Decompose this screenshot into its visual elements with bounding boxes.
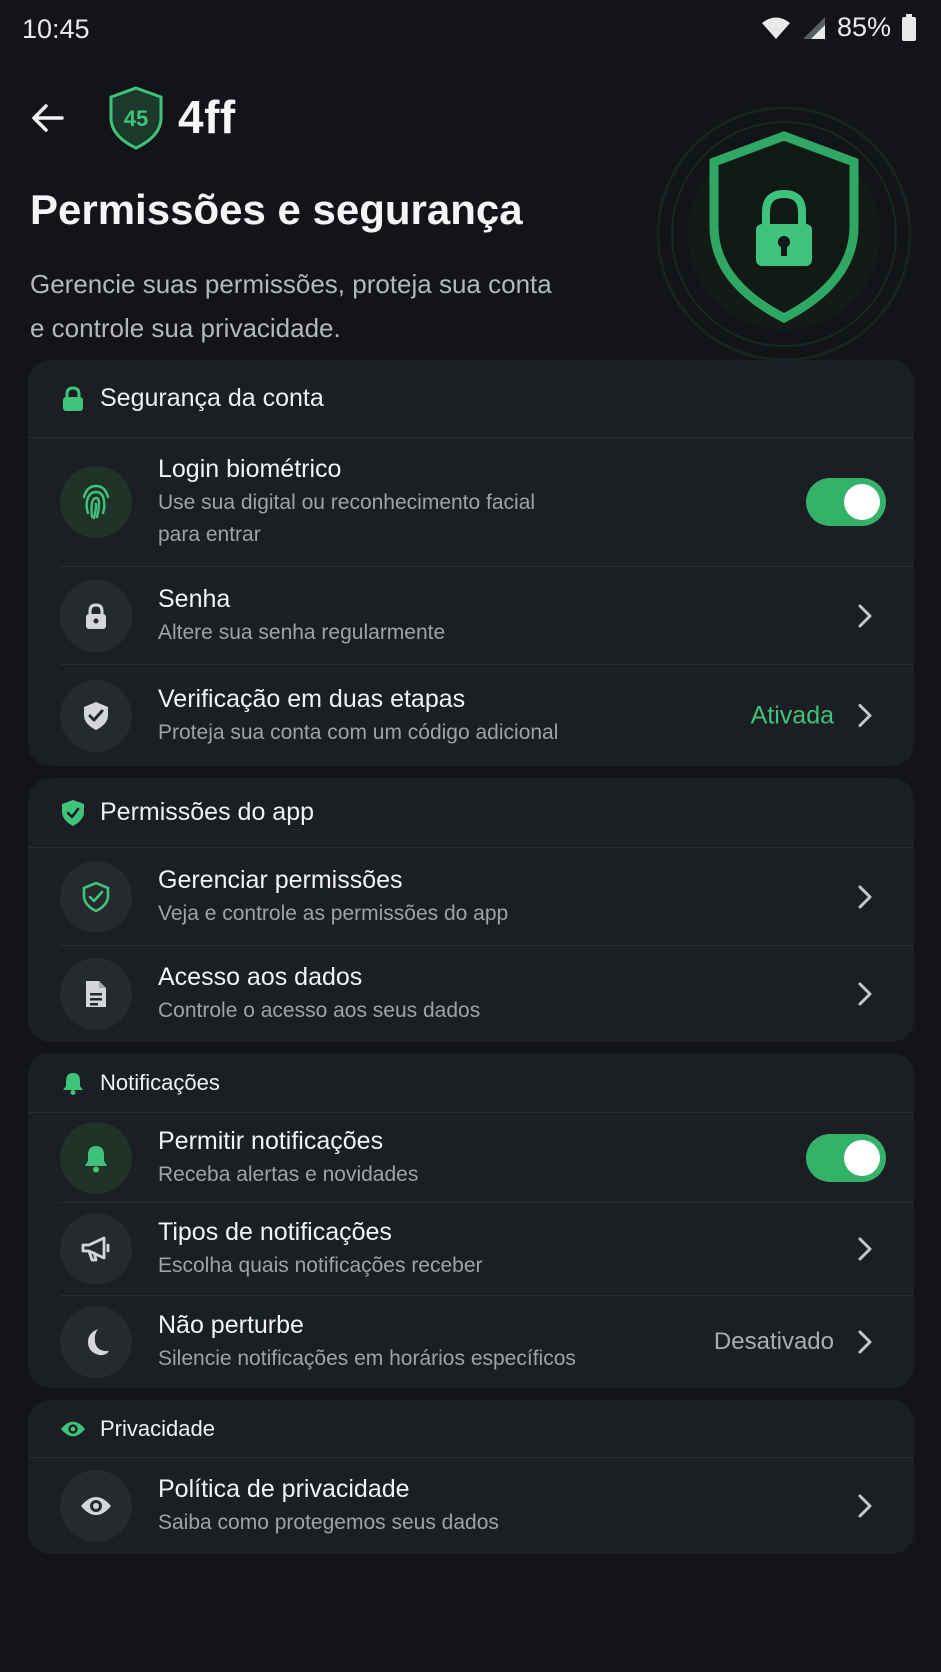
fingerprint-icon — [60, 466, 132, 538]
signal-icon — [801, 15, 827, 41]
row-subtitle: Use sua digital ou reconhecimento facial… — [158, 491, 536, 546]
shield-outline-icon — [60, 860, 132, 933]
row-subtitle: Veja e controle as permissões do app — [158, 901, 509, 925]
privacy-card: Privacidade Política de privacidade Saib… — [28, 1400, 914, 1554]
section-header-notifications: Notificações — [28, 1053, 914, 1113]
status-time: 10:45 — [22, 14, 90, 44]
two-step-verification-row[interactable]: Verificação em duas etapas Proteja sua c… — [60, 664, 914, 766]
section-header-account-security: Segurança da conta — [28, 360, 914, 438]
section-title: Notificações — [100, 1069, 220, 1095]
logo-badge-text: 45 — [124, 106, 148, 131]
allow-notifications-row[interactable]: Permitir notificações Receba alertas e n… — [60, 1113, 914, 1202]
do-not-disturb-row[interactable]: Não perturbe Silencie notificações em ho… — [60, 1295, 914, 1388]
app-logo-shield-icon: 45 — [108, 86, 164, 150]
account-security-card: Segurança da conta Login biométrico Use … — [28, 360, 914, 766]
page-title: Permissões e segurança — [30, 186, 523, 233]
manage-permissions-row[interactable]: Gerenciar permissões Veja e controle as … — [60, 848, 914, 945]
moon-icon — [60, 1306, 132, 1378]
status-bar: 10:45 85% — [0, 0, 941, 58]
row-title: Gerenciar permissões — [158, 865, 403, 894]
shield-check-icon — [60, 679, 132, 752]
bell-icon — [60, 1121, 132, 1194]
lock-icon — [60, 385, 86, 412]
toggle-knob — [844, 1139, 880, 1176]
app-permissions-card: Permissões do app Gerenciar permissões V… — [28, 778, 914, 1042]
section-title: Segurança da conta — [100, 384, 324, 412]
chevron-right-icon — [858, 885, 872, 908]
eye-icon — [60, 1416, 86, 1442]
data-access-row[interactable]: Acesso aos dados Controle o acesso aos s… — [60, 945, 914, 1042]
row-subtitle: Altere sua senha regularmente — [158, 620, 446, 644]
status-value: Desativado — [713, 1328, 834, 1355]
section-title: Privacidade — [100, 1415, 215, 1441]
document-icon — [60, 958, 132, 1030]
password-row[interactable]: Senha Altere sua senha regularmente — [60, 566, 914, 664]
section-header-privacy: Privacidade — [28, 1400, 914, 1458]
chevron-right-icon — [858, 604, 872, 627]
notifications-toggle[interactable] — [806, 1133, 886, 1182]
chevron-right-icon — [858, 1237, 872, 1261]
row-title: Senha — [158, 584, 231, 613]
notification-types-row[interactable]: Tipos de notificações Escolha quais noti… — [60, 1202, 914, 1295]
back-arrow-icon[interactable] — [28, 98, 68, 138]
row-title: Login biométrico — [158, 455, 342, 483]
row-subtitle: Controle o acesso aos seus dados — [158, 999, 481, 1022]
status-value: Ativada — [750, 701, 834, 729]
megaphone-icon — [60, 1213, 132, 1285]
section-header-app-permissions: Permissões do app — [28, 778, 914, 848]
row-subtitle: Escolha quais notificações receber — [158, 1254, 483, 1277]
row-title: Política de privacidade — [158, 1475, 410, 1503]
battery-icon — [901, 13, 917, 42]
privacy-policy-row[interactable]: Política de privacidade Saiba como prote… — [60, 1458, 914, 1554]
chevron-right-icon — [858, 982, 872, 1006]
chevron-right-icon — [858, 1330, 872, 1354]
chevron-right-icon — [858, 1494, 872, 1518]
bell-icon — [60, 1070, 86, 1096]
wifi-icon — [761, 15, 791, 41]
biometric-toggle[interactable] — [806, 478, 886, 526]
security-shield-illustration-icon — [656, 106, 912, 362]
biometric-login-row[interactable]: Login biométrico Use sua digital ou reco… — [60, 438, 914, 566]
lock-icon — [60, 579, 132, 652]
status-icons: 85% — [761, 12, 917, 43]
eye-icon — [60, 1470, 132, 1542]
brand-name: 4ff — [178, 91, 236, 143]
page-subtitle: Gerencie suas permissões, proteja sua co… — [30, 269, 552, 343]
row-subtitle: Saiba como protegemos seus dados — [158, 1511, 499, 1534]
row-title: Acesso aos dados — [158, 963, 363, 991]
row-subtitle: Receba alertas e novidades — [158, 1162, 419, 1186]
toggle-knob — [844, 484, 880, 520]
row-title: Permitir notificações — [158, 1126, 384, 1155]
chevron-right-icon — [858, 704, 872, 727]
battery-level: 85% — [836, 12, 891, 42]
section-title: Permissões do app — [100, 798, 315, 826]
notifications-card: Notificações Permitir notificações Receb… — [28, 1053, 914, 1388]
shield-check-icon — [60, 799, 86, 826]
row-title: Tipos de notificações — [158, 1218, 392, 1246]
